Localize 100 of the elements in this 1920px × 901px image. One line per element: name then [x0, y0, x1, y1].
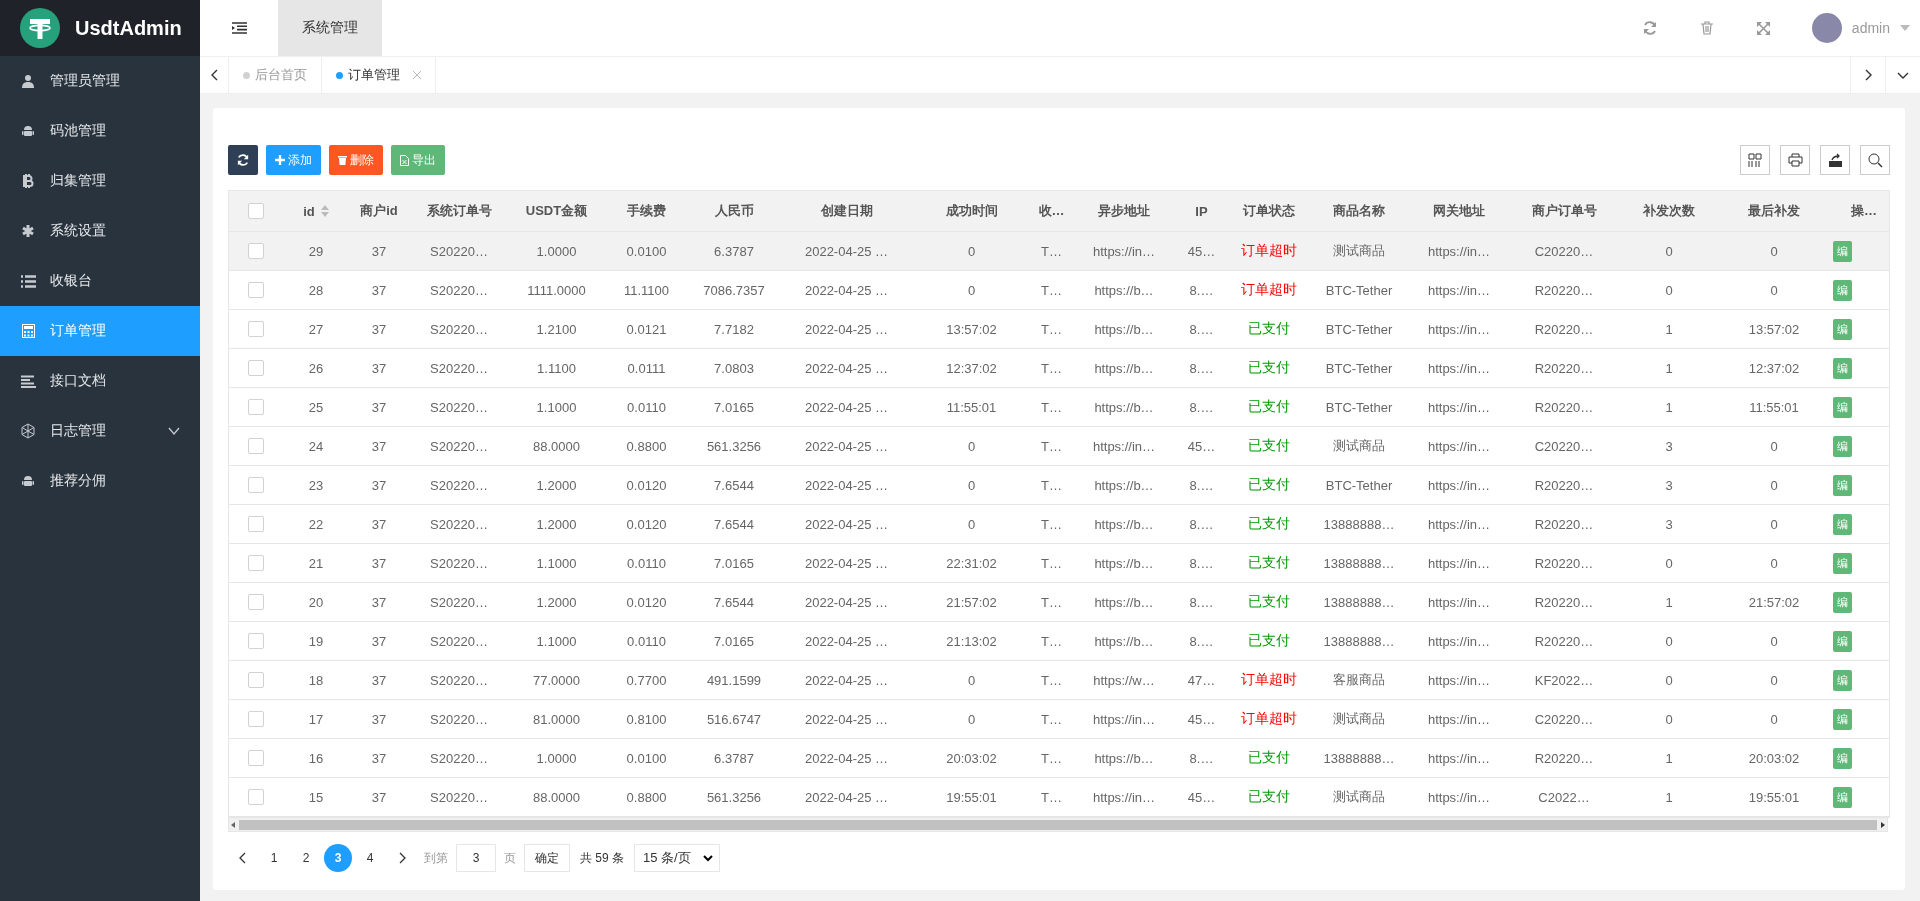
sidebar-item[interactable]: 管理员管理: [0, 56, 200, 106]
chevron-left-icon[interactable]: [238, 852, 246, 864]
status-text: 订单超时: [1241, 710, 1297, 726]
table-cell: C20220…: [1534, 438, 1594, 454]
user-icon: [21, 74, 35, 88]
checkbox[interactable]: [248, 438, 264, 455]
printer-icon: [1787, 153, 1803, 167]
refresh-button[interactable]: [228, 145, 258, 175]
table-row[interactable]: 20 37 S20220… 1.2000 0.0120 7.6544 2022-04-25 … 21:57:02 T… https://b… 8.… 已支付 13888888… https://in… R20220… 1 21:57:02 编: [229, 582, 1889, 622]
sidebar-item[interactable]: 日志管理: [0, 406, 200, 456]
table-row[interactable]: 19 37 S20220… 1.1000 0.0110 7.0165 2022-04-25 … 21:13:02 T… https://b… 8.… 已支付 13888888… https://in… R20220… 0 0 编: [229, 621, 1889, 661]
table-cell: 20:03:02: [946, 750, 997, 766]
checkbox[interactable]: [248, 672, 264, 689]
search-button[interactable]: [1860, 145, 1890, 175]
checkbox[interactable]: [248, 555, 264, 572]
checkbox[interactable]: [248, 360, 264, 377]
refresh-icon[interactable]: [1642, 21, 1657, 35]
table-cell: S20220…: [430, 243, 488, 259]
chevron-right-icon[interactable]: [398, 852, 406, 864]
table-row[interactable]: 29 37 S20220… 1.0000 0.0100 6.3787 2022-04-25 … 0 T… https://in… 45… 订单超时 测试商品 https://in… C20220… 0 0 编: [229, 231, 1889, 271]
chevron-right-icon[interactable]: [1864, 69, 1872, 81]
page-tab[interactable]: 订单管理: [322, 57, 436, 93]
chevron-down-icon[interactable]: [1897, 71, 1909, 79]
table-row[interactable]: 26 37 S20220… 1.1100 0.0111 7.0803 2022-04-25 … 12:37:02 T… https://b… 8.… 已支付 BTC-Tether https://in… R20220… 1 12:37:02 编: [229, 348, 1889, 388]
column-header[interactable]: id: [303, 203, 329, 219]
page-size-select[interactable]: 15 条/页: [634, 844, 720, 872]
table-row[interactable]: 17 37 S20220… 81.0000 0.8100 516.6747 2022-04-25 … 0 T… https://in… 45… 订单超时 测试商品 https://in… C20220… 0 0 编: [229, 699, 1889, 739]
table-row[interactable]: 25 37 S20220… 1.1000 0.0110 7.0165 2022-04-25 … 11:55:01 T… https://b… 8.… 已支付 BTC-Tether https://in… R20220… 1 11:55:01 编: [229, 387, 1889, 427]
column-header: 商户订单号: [1531, 202, 1597, 220]
checkbox[interactable]: [248, 750, 264, 767]
table-row[interactable]: 22 37 S20220… 1.2000 0.0120 7.6544 2022-04-25 … 0 T… https://b… 8.… 已支付 13888888… https://in… R20220… 3 0 编: [229, 504, 1889, 544]
table-cell: T…: [1041, 555, 1062, 571]
sidebar-item[interactable]: 推荐分佣: [0, 456, 200, 506]
checkbox[interactable]: [248, 633, 264, 650]
table-cell: R20220…: [1534, 399, 1594, 415]
table-cell: 0: [1770, 477, 1778, 493]
sidebar-item[interactable]: 码池管理: [0, 106, 200, 156]
table-cell: 88.0000: [533, 789, 580, 805]
horizontal-scrollbar[interactable]: [228, 818, 1888, 832]
checkbox[interactable]: [248, 711, 264, 728]
table-row[interactable]: 15 37 S20220… 88.0000 0.8800 561.3256 2022-04-25 … 19:55:01 T… https://in… 45… 已支付 测试商品 https://in… C2022… 1 19:55:01 编: [229, 777, 1889, 817]
table-row[interactable]: 16 37 S20220… 1.0000 0.0100 6.3787 2022-04-25 … 20:03:02 T… https://b… 8.… 已支付 13888888… https://in… R20220… 1 20:03:02 编: [229, 738, 1889, 778]
checkbox[interactable]: [248, 243, 264, 260]
table-row[interactable]: 23 37 S20220… 1.2000 0.0120 7.6544 2022-04-25 … 0 T… https://b… 8.… 已支付 BTC-Tether https://in… R20220… 3 0 编: [229, 465, 1889, 505]
table-cell: 1.1100: [537, 360, 576, 376]
table-cell: 0: [967, 477, 976, 493]
checkbox[interactable]: [248, 399, 264, 416]
checkbox[interactable]: [248, 516, 264, 533]
print-button[interactable]: [1780, 145, 1810, 175]
checkbox[interactable]: [248, 282, 264, 299]
page-number[interactable]: 1: [260, 844, 288, 872]
sidebar-item[interactable]: 收银台: [0, 256, 200, 306]
table-cell: 516.6747: [706, 711, 762, 727]
table-row[interactable]: 24 37 S20220… 88.0000 0.8800 561.3256 2022-04-25 … 0 T… https://in… 45… 已支付 测试商品 https://in… C20220… 3 0 编: [229, 426, 1889, 466]
page-number[interactable]: 4: [356, 844, 384, 872]
sidebar-item[interactable]: 接口文档: [0, 356, 200, 406]
page-input[interactable]: 3: [456, 844, 496, 872]
export-file-button[interactable]: [1820, 145, 1850, 175]
close-icon[interactable]: [413, 71, 421, 79]
sidebar-item[interactable]: 归集管理: [0, 156, 200, 206]
menu-icon[interactable]: [231, 22, 247, 34]
table-cell: T…: [1041, 516, 1062, 532]
scroll-left-icon[interactable]: [229, 820, 237, 829]
table-row[interactable]: 28 37 S20220… 1111.0000 11.1100 7086.7357 2022-04-25 … 0 T… https://b… 8.… 订单超时 BTC-Tether https://in… R20220… 0 0 编: [229, 270, 1889, 310]
fullscreen-icon[interactable]: [1756, 21, 1770, 35]
status-text: 已支付: [1248, 632, 1290, 648]
header-tab[interactable]: 系统管理: [278, 0, 382, 56]
page-number[interactable]: 2: [292, 844, 320, 872]
columns-button[interactable]: [1740, 145, 1770, 175]
table-cell: R20220…: [1534, 282, 1594, 298]
table-cell: 0.8800: [626, 789, 667, 805]
checkbox[interactable]: [248, 594, 264, 611]
trash-icon[interactable]: [1700, 21, 1713, 35]
caret-icon[interactable]: [1900, 25, 1910, 31]
table-cell: 13:57:02: [946, 321, 997, 337]
avatar[interactable]: [1811, 13, 1842, 43]
confirm-button[interactable]: 确定: [524, 844, 570, 872]
table-row[interactable]: 27 37 S20220… 1.2100 0.0121 7.7182 2022-04-25 … 13:57:02 T… https://b… 8.… 已支付 BTC-Tether https://in… R20220… 1 13:57:02 编: [229, 309, 1889, 349]
table-cell: 1: [1665, 399, 1673, 415]
sidebar-item[interactable]: 系统设置: [0, 206, 200, 256]
chevron-left-icon[interactable]: [210, 69, 218, 81]
table-cell: 1: [1665, 789, 1673, 805]
table-cell: 0.7700: [626, 672, 667, 688]
table-cell: 2022-04-25 …: [804, 438, 889, 454]
checkbox[interactable]: [248, 789, 264, 806]
table-cell: 37: [371, 633, 387, 649]
scroll-right-icon[interactable]: [1879, 820, 1887, 829]
table-row[interactable]: 18 37 S20220… 77.0000 0.7700 491.1599 2022-04-25 … 0 T… https://w… 47… 订单超时 客服商品 https://in… KF2022… 0 0 编: [229, 660, 1889, 700]
table-cell: 37: [371, 672, 387, 688]
table-cell: BTC-Tether: [1325, 282, 1393, 298]
checkbox[interactable]: [248, 203, 264, 220]
table-cell: 0: [1665, 711, 1673, 727]
table-cell: 3: [1665, 477, 1673, 493]
delete-button[interactable]: 删除: [329, 145, 383, 175]
table-cell: https://in…: [1427, 321, 1491, 337]
checkbox[interactable]: [248, 321, 264, 338]
table-row[interactable]: 21 37 S20220… 1.1000 0.0110 7.0165 2022-04-25 … 22:31:02 T… https://b… 8.… 已支付 13888888… https://in… R20220… 0 0 编: [229, 543, 1889, 583]
table-cell: R20220…: [1534, 633, 1594, 649]
table-cell: T…: [1041, 321, 1062, 337]
checkbox[interactable]: [248, 477, 264, 494]
